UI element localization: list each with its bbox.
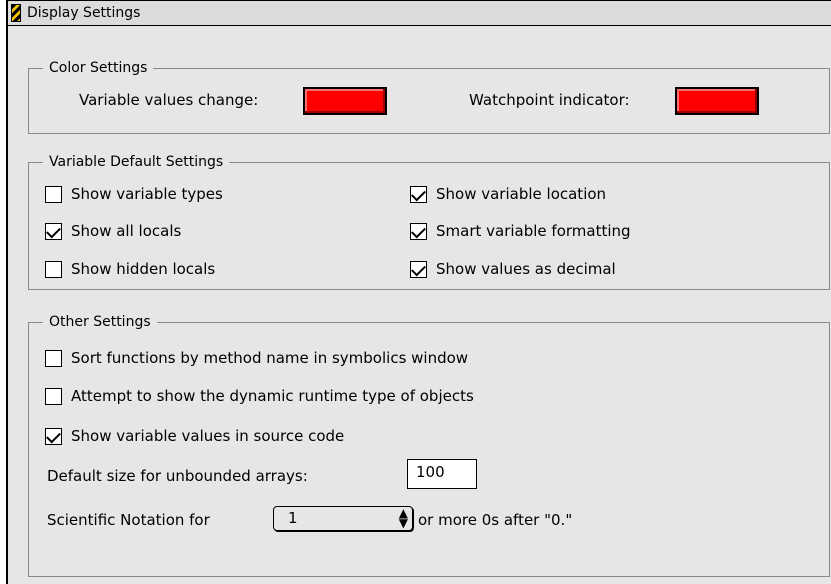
scientific-notation-popup[interactable]: 1 ▲ ▼ xyxy=(273,506,413,531)
show-variable-types-option[interactable]: Show variable types xyxy=(45,185,223,203)
show-all-locals-checkbox[interactable] xyxy=(45,222,62,240)
show-all-locals-option[interactable]: Show all locals xyxy=(45,222,181,240)
scientific-notation-suffix: or more 0s after "0." xyxy=(418,511,573,529)
smart-variable-formatting-label: Smart variable formatting xyxy=(436,222,631,240)
show-hidden-locals-option[interactable]: Show hidden locals xyxy=(45,260,215,278)
smart-variable-formatting-option[interactable]: Smart variable formatting xyxy=(410,222,631,240)
other-settings-group: Other Settings Sort functions by method … xyxy=(28,312,830,577)
watchpoint-indicator-label: Watchpoint indicator: xyxy=(469,91,630,109)
show-values-in-source-checkbox[interactable] xyxy=(45,427,62,445)
color-settings-title: Color Settings xyxy=(43,58,154,78)
show-hidden-locals-label: Show hidden locals xyxy=(71,260,216,278)
show-variable-location-option[interactable]: Show variable location xyxy=(410,185,606,203)
show-values-as-decimal-option[interactable]: Show values as decimal xyxy=(410,260,616,278)
dynamic-runtime-type-label: Attempt to show the dynamic runtime type… xyxy=(71,387,474,405)
sort-functions-option[interactable]: Sort functions by method name in symboli… xyxy=(45,349,468,367)
dynamic-runtime-type-option[interactable]: Attempt to show the dynamic runtime type… xyxy=(45,387,474,405)
show-values-as-decimal-checkbox[interactable] xyxy=(410,260,427,278)
variable-default-settings-group: Variable Default Settings Show variable … xyxy=(28,152,830,290)
variable-default-settings-title: Variable Default Settings xyxy=(43,152,230,172)
show-variable-location-label: Show variable location xyxy=(436,185,607,203)
unbounded-arrays-input[interactable]: 100 xyxy=(407,459,477,489)
scientific-notation-value: 1 xyxy=(288,509,298,527)
title-bar[interactable]: Display Settings xyxy=(8,1,831,26)
sort-functions-label: Sort functions by method name in symboli… xyxy=(71,349,469,367)
show-variable-location-checkbox[interactable] xyxy=(410,185,427,203)
color-settings-group: Color Settings Variable values change: W… xyxy=(28,58,830,134)
popup-updown-arrows-icon: ▲ ▼ xyxy=(398,506,408,530)
window-title: Display Settings xyxy=(27,5,141,21)
show-variable-types-checkbox[interactable] xyxy=(45,185,62,203)
variable-values-change-color-swatch[interactable] xyxy=(303,87,387,115)
app-icon xyxy=(11,4,21,22)
show-values-in-source-label: Show variable values in source code xyxy=(71,427,345,445)
unbounded-arrays-label: Default size for unbounded arrays: xyxy=(47,467,308,485)
watchpoint-indicator-color-swatch[interactable] xyxy=(675,87,759,115)
sort-functions-checkbox[interactable] xyxy=(45,349,62,367)
variable-values-change-label: Variable values change: xyxy=(79,91,259,109)
other-settings-title: Other Settings xyxy=(43,312,157,332)
display-settings-window: Display Settings Color Settings Variable… xyxy=(6,0,831,584)
show-values-as-decimal-label: Show values as decimal xyxy=(436,260,616,278)
smart-variable-formatting-checkbox[interactable] xyxy=(410,222,427,240)
dynamic-runtime-type-checkbox[interactable] xyxy=(45,387,62,405)
show-values-in-source-option[interactable]: Show variable values in source code xyxy=(45,427,344,445)
show-all-locals-label: Show all locals xyxy=(71,222,182,240)
show-variable-types-label: Show variable types xyxy=(71,185,223,203)
scientific-notation-label: Scientific Notation for xyxy=(47,511,210,529)
show-hidden-locals-checkbox[interactable] xyxy=(45,260,62,278)
